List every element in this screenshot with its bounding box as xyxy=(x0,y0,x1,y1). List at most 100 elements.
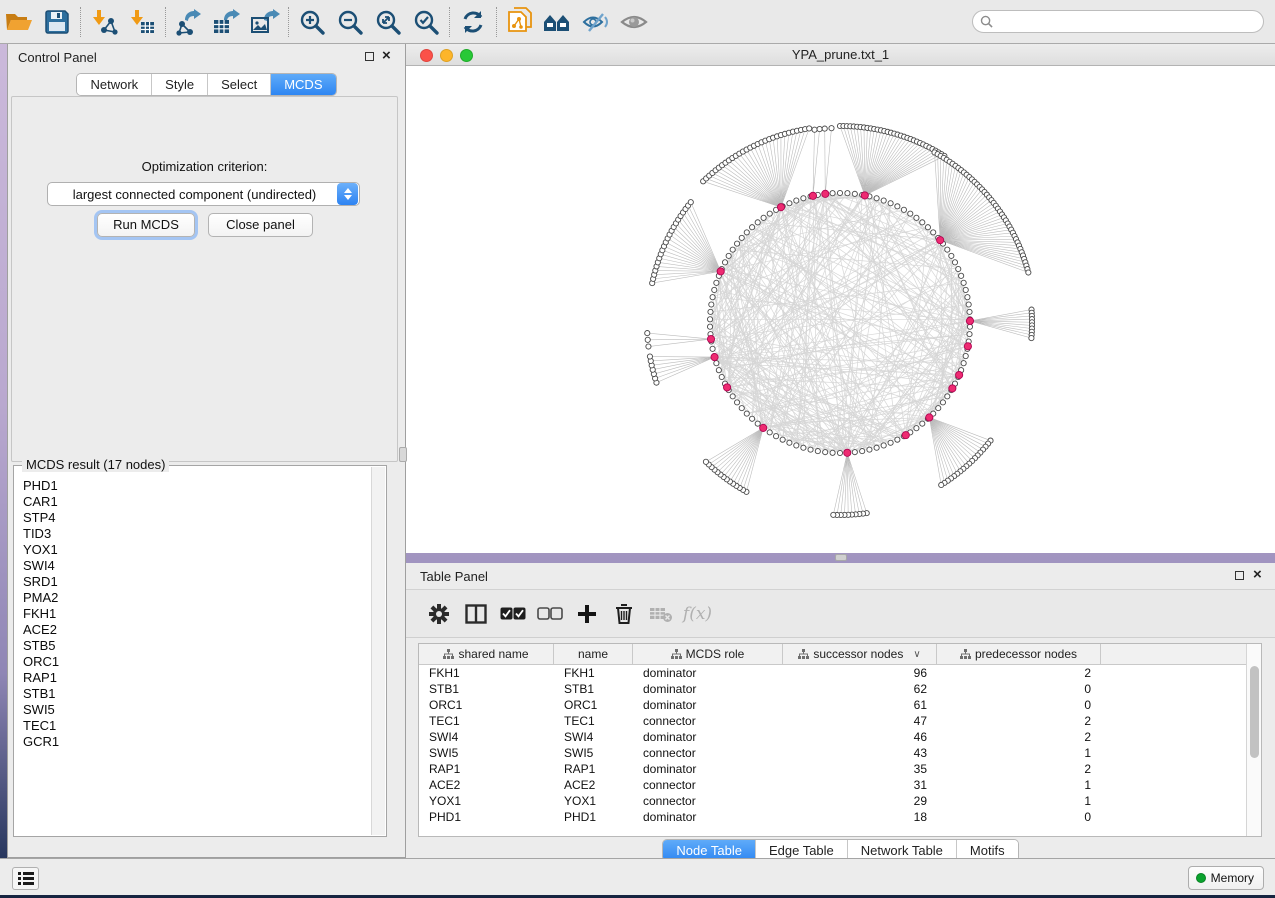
node-table-scrollbar[interactable] xyxy=(1246,644,1261,836)
cell-mcds_role: dominator xyxy=(633,730,783,744)
share-document-icon[interactable] xyxy=(501,5,539,39)
eye-icon[interactable] xyxy=(615,5,653,39)
search-network-icon[interactable] xyxy=(539,5,577,39)
table-row[interactable]: SWI4SWI4dominator462 xyxy=(419,729,1246,745)
column-header-successor_nodes[interactable]: successor nodes∨ xyxy=(783,644,937,664)
horizontal-splitter-handle[interactable] xyxy=(835,554,847,561)
export-image-icon[interactable] xyxy=(246,5,284,39)
float-window-icon[interactable] xyxy=(1235,571,1244,580)
cell-name: SWI5 xyxy=(554,746,633,760)
network-window-titlebar[interactable]: YPA_prune.txt_1 xyxy=(406,44,1275,66)
zoom-fit-icon[interactable] xyxy=(369,5,407,39)
tab-select[interactable]: Select xyxy=(208,74,271,95)
column-header-shared_name[interactable]: shared name xyxy=(419,644,554,664)
zoom-selected-icon[interactable] xyxy=(407,5,445,39)
network-canvas[interactable] xyxy=(406,66,1275,553)
refresh-icon[interactable] xyxy=(454,5,492,39)
cell-predecessor_nodes: 0 xyxy=(937,698,1101,712)
mcds-result-item[interactable]: FKH1 xyxy=(23,606,371,622)
mcds-result-item[interactable]: PHD1 xyxy=(23,478,371,494)
search-input[interactable] xyxy=(998,15,1248,29)
mcds-result-item[interactable]: SWI5 xyxy=(23,702,371,718)
control-panel-tabs: NetworkStyleSelectMCDS xyxy=(8,73,405,96)
mcds-result-item[interactable]: CAR1 xyxy=(23,494,371,510)
column-header-label: shared name xyxy=(458,647,528,661)
memory-button[interactable]: Memory xyxy=(1188,866,1264,890)
attribute-tree-icon xyxy=(960,649,971,660)
mcds-result-item[interactable]: GCR1 xyxy=(23,734,371,750)
table-row[interactable]: ACE2ACE2connector311 xyxy=(419,777,1246,793)
table-row[interactable]: PHD1PHD1dominator180 xyxy=(419,809,1246,825)
mcds-result-item[interactable]: YOX1 xyxy=(23,542,371,558)
scrollbar-thumb[interactable] xyxy=(1250,666,1259,758)
mcds-result-item[interactable]: TID3 xyxy=(23,526,371,542)
gear-icon[interactable] xyxy=(420,596,457,632)
mcds-result-item[interactable]: STB5 xyxy=(23,638,371,654)
column-header-name[interactable]: name xyxy=(554,644,633,664)
save-icon[interactable] xyxy=(38,5,76,39)
table-row[interactable]: FKH1FKH1dominator962 xyxy=(419,665,1246,681)
table-panel: Table Panel × f(x) shared namenameMCDS r… xyxy=(406,563,1275,858)
mcds-result-item[interactable]: TEC1 xyxy=(23,718,371,734)
tab-style[interactable]: Style xyxy=(152,74,208,95)
cell-mcds_role: dominator xyxy=(633,762,783,776)
control-panel: Control Panel × NetworkStyleSelectMCDS O… xyxy=(7,44,406,858)
cell-name: ACE2 xyxy=(554,778,633,792)
cell-successor_nodes: 61 xyxy=(783,698,937,712)
cell-name: RAP1 xyxy=(554,762,633,776)
import-network-icon[interactable] xyxy=(85,5,123,39)
deselect-all-icon[interactable] xyxy=(531,596,568,632)
table-row[interactable]: STB1STB1dominator620 xyxy=(419,681,1246,697)
mcds-result-item[interactable]: ACE2 xyxy=(23,622,371,638)
mcds-result-item[interactable]: RAP1 xyxy=(23,670,371,686)
run-mcds-button[interactable]: Run MCDS xyxy=(97,213,195,237)
table-row[interactable]: RAP1RAP1dominator352 xyxy=(419,761,1246,777)
export-network-icon[interactable] xyxy=(170,5,208,39)
mcds-result-item[interactable]: PMA2 xyxy=(23,590,371,606)
tab-mcds[interactable]: MCDS xyxy=(271,74,335,95)
zoom-in-icon[interactable] xyxy=(293,5,331,39)
mcds-result-item[interactable]: ORC1 xyxy=(23,654,371,670)
delete-table-icon[interactable] xyxy=(642,596,679,632)
vertical-splitter-handle[interactable] xyxy=(399,447,407,462)
optimization-criterion-select[interactable]: largest connected component (undirected) xyxy=(47,182,360,206)
add-column-icon[interactable] xyxy=(568,596,605,632)
cell-shared_name: PHD1 xyxy=(419,810,554,824)
mcds-result-scrollbar[interactable] xyxy=(371,467,385,835)
cell-shared_name: YOX1 xyxy=(419,794,554,808)
table-row[interactable]: SWI5SWI5connector431 xyxy=(419,745,1246,761)
export-table-icon[interactable] xyxy=(208,5,246,39)
hide-annotations-icon[interactable] xyxy=(577,5,615,39)
cell-name: SWI4 xyxy=(554,730,633,744)
trash-icon[interactable] xyxy=(605,596,642,632)
cell-predecessor_nodes: 1 xyxy=(937,794,1101,808)
mcds-result-item[interactable]: SWI4 xyxy=(23,558,371,574)
close-panel-button[interactable]: Close panel xyxy=(208,213,313,237)
close-icon[interactable]: × xyxy=(1253,567,1262,583)
table-row[interactable]: TEC1TEC1connector472 xyxy=(419,713,1246,729)
column-header-predecessor_nodes[interactable]: predecessor nodes xyxy=(937,644,1101,664)
function-builder-icon[interactable]: f(x) xyxy=(679,596,716,632)
select-all-icon[interactable] xyxy=(494,596,531,632)
table-row[interactable]: ORC1ORC1dominator610 xyxy=(419,697,1246,713)
zoom-out-icon[interactable] xyxy=(331,5,369,39)
cell-mcds_role: dominator xyxy=(633,682,783,696)
mcds-result-item[interactable]: STP4 xyxy=(23,510,371,526)
open-folder-icon[interactable] xyxy=(0,5,38,39)
search-field[interactable] xyxy=(972,10,1264,33)
import-table-icon[interactable] xyxy=(123,5,161,39)
toolbar-separator xyxy=(288,7,289,37)
mcds-result-item[interactable]: STB1 xyxy=(23,686,371,702)
sort-chevron-icon: ∨ xyxy=(913,649,920,660)
mcds-result-list[interactable]: PHD1CAR1STP4TID3YOX1SWI4SRD1PMA2FKH1ACE2… xyxy=(15,470,371,835)
mcds-result-item[interactable]: SRD1 xyxy=(23,574,371,590)
column-header-mcds_role[interactable]: MCDS role xyxy=(633,644,783,664)
table-row[interactable]: YOX1YOX1connector291 xyxy=(419,793,1246,809)
cell-predecessor_nodes: 1 xyxy=(937,746,1101,760)
columns-icon[interactable] xyxy=(457,596,494,632)
cell-predecessor_nodes: 2 xyxy=(937,762,1101,776)
float-window-icon[interactable] xyxy=(365,52,374,61)
close-icon[interactable]: × xyxy=(382,48,391,64)
tab-network[interactable]: Network xyxy=(77,74,152,95)
task-history-button[interactable] xyxy=(12,867,39,890)
